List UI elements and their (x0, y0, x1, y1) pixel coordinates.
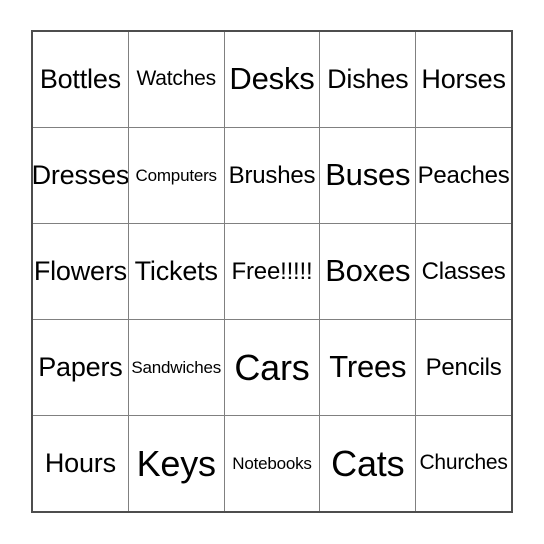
bingo-cell-label: Watches (136, 67, 216, 91)
bingo-cell-label: Free!!!!! (231, 257, 313, 285)
bingo-cell[interactable]: Pencils (416, 320, 511, 415)
bingo-cell[interactable]: Computers (129, 128, 225, 223)
bingo-cell-label: Keys (136, 442, 216, 484)
bingo-cell[interactable]: Brushes (225, 128, 321, 223)
bingo-row: Flowers Tickets Free!!!!! Boxes Classes (33, 224, 511, 320)
bingo-cell[interactable]: Cats (320, 416, 417, 511)
bingo-cell[interactable]: Flowers (33, 224, 129, 319)
bingo-cell[interactable]: Bottles (33, 32, 129, 127)
bingo-cell-label: Cars (234, 346, 310, 388)
bingo-cell-label: Brushes (228, 161, 316, 189)
bingo-cell[interactable]: Notebooks (225, 416, 321, 511)
bingo-cell-label: Dishes (327, 64, 409, 95)
bingo-cell[interactable]: Free!!!!! (225, 224, 321, 319)
bingo-cell-label: Cats (331, 442, 405, 484)
bingo-cell[interactable]: Desks (225, 32, 321, 127)
bingo-cell-label: Papers (38, 352, 123, 383)
bingo-cell-label: Buses (325, 157, 411, 193)
bingo-cell-label: Tickets (134, 256, 218, 287)
bingo-cell[interactable]: Horses (416, 32, 511, 127)
bingo-cell-label: Desks (229, 61, 315, 97)
bingo-cell-label: Peaches (417, 161, 510, 189)
bingo-row: Papers Sandwiches Cars Trees Pencils (33, 320, 511, 416)
bingo-cell-label: Pencils (425, 353, 502, 381)
page: Bottles Watches Desks Dishes Horses Dresses Co… (0, 0, 544, 544)
bingo-cell-label: Horses (421, 64, 506, 95)
bingo-cell-label: Bottles (39, 64, 121, 95)
bingo-cell[interactable]: Papers (33, 320, 129, 415)
bingo-cell-label: Notebooks (232, 453, 312, 473)
bingo-cell[interactable]: Peaches (416, 128, 511, 223)
bingo-cell-label: Trees (329, 349, 407, 385)
bingo-card: Bottles Watches Desks Dishes Horses Dresses Co… (31, 30, 513, 513)
bingo-cell[interactable]: Hours (33, 416, 129, 511)
bingo-row: Bottles Watches Desks Dishes Horses (33, 32, 511, 128)
bingo-cell[interactable]: Trees (320, 320, 417, 415)
bingo-cell[interactable]: Keys (129, 416, 225, 511)
bingo-cell[interactable]: Churches (416, 416, 511, 511)
bingo-cell[interactable]: Boxes (320, 224, 417, 319)
bingo-cell[interactable]: Cars (225, 320, 321, 415)
bingo-row: Hours Keys Notebooks Cats Churches (33, 416, 511, 511)
bingo-cell[interactable]: Dresses (33, 128, 129, 223)
bingo-row: Dresses Computers Brushes Buses Peaches (33, 128, 511, 224)
bingo-cell[interactable]: Classes (416, 224, 511, 319)
bingo-cell-label: Churches (419, 451, 508, 475)
bingo-cell[interactable]: Tickets (129, 224, 225, 319)
bingo-cell[interactable]: Buses (320, 128, 417, 223)
bingo-cell-label: Hours (44, 448, 116, 479)
bingo-cell-label: Dresses (33, 160, 129, 191)
bingo-cell[interactable]: Sandwiches (129, 320, 225, 415)
bingo-cell-label: Boxes (325, 253, 411, 289)
bingo-cell[interactable]: Watches (129, 32, 225, 127)
bingo-cell-label: Sandwiches (131, 357, 222, 377)
bingo-cell-label: Computers (135, 165, 218, 185)
bingo-cell[interactable]: Dishes (320, 32, 417, 127)
bingo-cell-label: Flowers (33, 256, 127, 287)
bingo-cell-label: Classes (421, 257, 506, 285)
